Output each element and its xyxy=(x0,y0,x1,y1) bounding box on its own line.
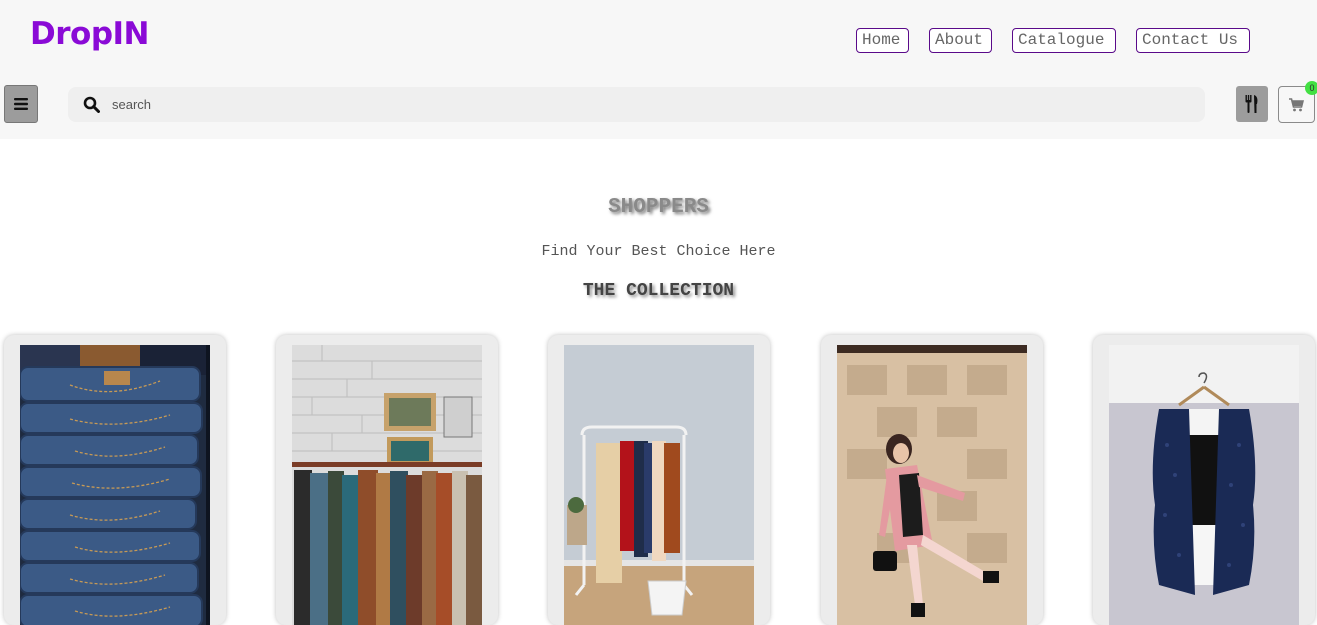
product-image-crochet-vest[interactable] xyxy=(1109,345,1299,625)
search-input[interactable] xyxy=(112,94,1192,115)
product-image-jeans[interactable] xyxy=(20,345,210,625)
hamburger-menu-icon xyxy=(14,98,28,110)
product-card[interactable] xyxy=(276,335,498,625)
nav-about[interactable]: About xyxy=(929,28,992,53)
hero-title: SHOPPERS xyxy=(608,196,709,219)
nav-catalogue[interactable]: Catalogue xyxy=(1012,28,1116,53)
search-icon[interactable] xyxy=(83,96,100,113)
product-card[interactable] xyxy=(1093,335,1315,625)
hero-subtitle: Find Your Best Choice Here xyxy=(541,243,776,260)
utensils-icon xyxy=(1245,95,1258,113)
product-card[interactable] xyxy=(4,335,226,625)
search-bar xyxy=(68,87,1205,122)
product-image-clothing-rack[interactable] xyxy=(292,345,482,625)
nav-contact-us[interactable]: Contact Us xyxy=(1136,28,1250,53)
header: DropIN Home About Catalogue Contact Us s… xyxy=(0,0,1317,139)
product-card[interactable] xyxy=(548,335,770,625)
product-image-pink-coat[interactable] xyxy=(837,345,1027,625)
brand-logo[interactable]: DropIN xyxy=(30,16,150,52)
collection-heading: THE COLLECTION xyxy=(582,281,735,301)
cart-count-badge: 0 xyxy=(1305,81,1317,95)
product-image-garment-rack[interactable] xyxy=(564,345,754,625)
menu-toggle-button[interactable] xyxy=(4,85,38,123)
nav-home[interactable]: Home xyxy=(856,28,909,53)
shopping-cart-icon xyxy=(1289,97,1304,111)
utensils-button[interactable] xyxy=(1236,86,1268,122)
product-card[interactable] xyxy=(821,335,1043,625)
